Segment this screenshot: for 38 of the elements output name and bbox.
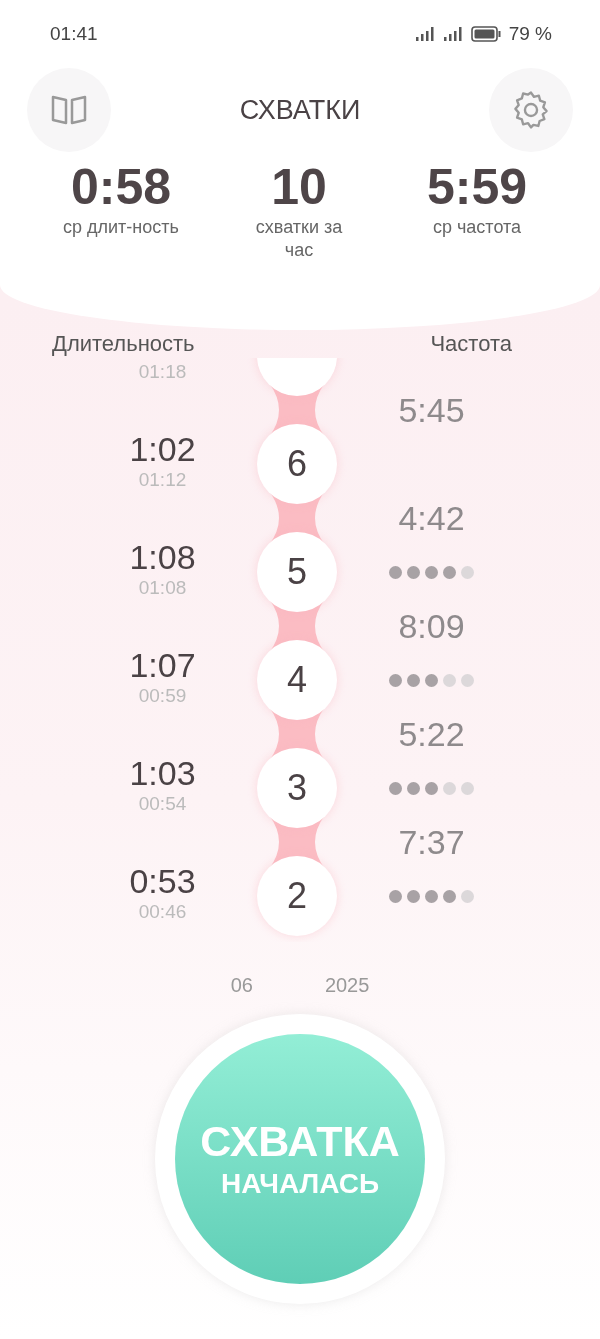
stat-label: схватки за час bbox=[254, 216, 344, 262]
duration-value: 1:02 bbox=[129, 430, 196, 468]
frequency-value: 4:42 bbox=[398, 498, 465, 538]
duration-value: 1:07 bbox=[129, 646, 196, 684]
contraction-number[interactable]: 4 bbox=[257, 640, 337, 720]
contraction-number[interactable]: 2 bbox=[257, 856, 337, 936]
signal-icon bbox=[414, 26, 435, 42]
start-time: 01:08 bbox=[138, 576, 187, 600]
start-time: 00:59 bbox=[138, 684, 187, 708]
start-time: 01:18 bbox=[138, 360, 187, 384]
duration-value: 0:53 bbox=[129, 862, 196, 900]
start-time: 00:54 bbox=[138, 792, 187, 816]
frequency-value: 7:37 bbox=[398, 822, 465, 862]
start-time: 01:12 bbox=[138, 468, 187, 492]
screen-title: СХВАТКИ bbox=[239, 94, 361, 126]
date-text: 06 bbox=[230, 974, 253, 997]
date-text: 2025 bbox=[324, 974, 370, 997]
stat-value: 5:59 bbox=[426, 158, 528, 216]
status-time: 01:41 bbox=[50, 23, 98, 45]
contraction-number[interactable]: 5 bbox=[257, 532, 337, 612]
column-header: Длительность bbox=[52, 331, 195, 357]
duration-value: 1:03 bbox=[129, 754, 196, 792]
stat-value: 10 bbox=[271, 158, 327, 216]
book-icon bbox=[50, 93, 88, 127]
frequency-value: 5:45 bbox=[398, 390, 465, 430]
frequency-value: 8:09 bbox=[398, 606, 465, 646]
battery-percent: 79 % bbox=[508, 23, 552, 45]
start-time: 00:46 bbox=[138, 900, 187, 924]
duration-value: 1:08 bbox=[129, 538, 196, 576]
frequency-value: 5:22 bbox=[398, 714, 465, 754]
contraction-number[interactable]: 3 bbox=[257, 748, 337, 828]
stat-label: ср частота bbox=[432, 216, 522, 239]
battery-icon bbox=[470, 26, 501, 42]
column-header: Частота bbox=[430, 331, 512, 357]
signal-icon bbox=[442, 26, 463, 42]
stat-label: ср длит-ность bbox=[63, 216, 179, 239]
stat-value: 0:58 bbox=[70, 158, 172, 216]
contraction-number[interactable]: 6 bbox=[257, 424, 337, 504]
